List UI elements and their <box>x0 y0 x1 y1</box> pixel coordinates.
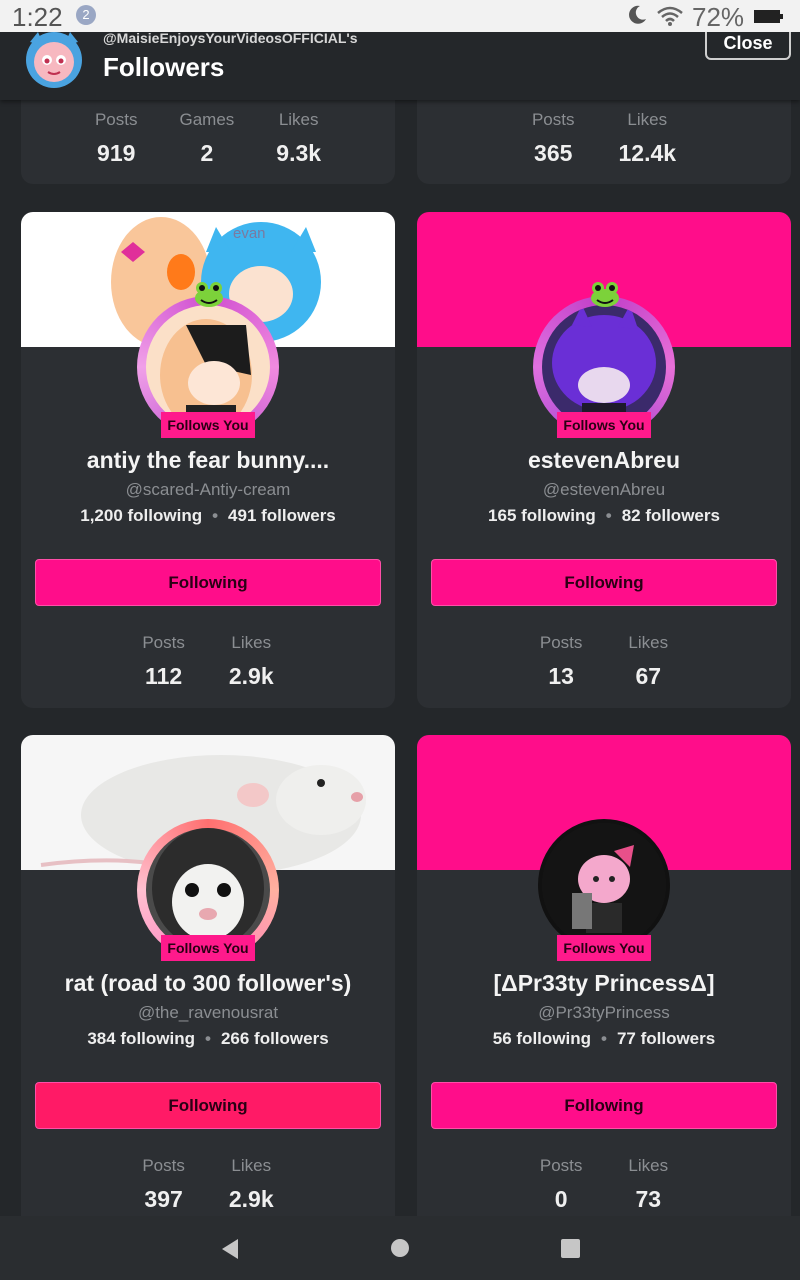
back-icon[interactable] <box>220 1238 240 1260</box>
user-stats: Posts 13 Likes 67 <box>417 633 791 690</box>
stat-likes: Likes 2.9k <box>228 633 274 689</box>
user-stats: Posts 0 Likes 73 <box>417 1156 791 1213</box>
stat-posts: Posts 919 <box>94 110 138 166</box>
followers-count[interactable]: 491 followers <box>228 506 336 525</box>
avatar-ring <box>538 819 670 951</box>
follow-counts: 1,200 following • 491 followers <box>80 506 336 525</box>
profile-avatar[interactable] <box>22 32 86 90</box>
do-not-disturb-moon-icon <box>629 5 646 24</box>
follow-counts: 384 following • 266 followers <box>87 1029 329 1048</box>
follows-you-badge: Follows You <box>161 935 255 961</box>
followers-count[interactable]: 266 followers <box>221 1029 329 1048</box>
follows-you-badge: Follows You <box>557 935 651 961</box>
stat-likes: Likes 67 <box>628 633 669 689</box>
stat-likes: Likes 2.9k <box>228 1156 274 1212</box>
stat-posts: Posts 0 <box>539 1156 583 1212</box>
user-card-partial-right[interactable]: Posts 365 Likes 12.4k <box>417 100 791 184</box>
battery-icon <box>754 10 783 23</box>
user-handle: @the_ravenousrat <box>137 1003 279 1022</box>
avatar-image[interactable] <box>146 305 270 429</box>
user-card[interactable]: Follows You [ΔPr33ty PrincessΔ] @Pr33tyP… <box>417 735 791 1231</box>
user-card-partial-left[interactable]: Posts 919 Games 2 Likes 9.3k <box>21 100 395 184</box>
followers-count[interactable]: 77 followers <box>617 1029 715 1048</box>
user-stats: Posts 397 Likes 2.9k <box>21 1156 395 1213</box>
followers-header: @MaisieEnjoysYourVideosOFFICIAL's Follow… <box>0 22 800 100</box>
stat-games: Games 2 <box>179 110 235 166</box>
following-count[interactable]: 56 following <box>493 1029 591 1048</box>
stat-likes: Likes 9.3k <box>276 110 322 166</box>
stat-likes: Likes 73 <box>628 1156 669 1212</box>
stat-posts: Posts 365 <box>531 110 575 166</box>
stat-posts: Posts 13 <box>539 633 583 689</box>
user-stats: Posts 365 Likes 12.4k <box>417 110 791 167</box>
follows-you-badge: Follows You <box>557 412 651 438</box>
following-count[interactable]: 165 following <box>488 506 596 525</box>
user-display-name[interactable]: [ΔPr33ty PrincessΔ] <box>417 970 791 997</box>
user-card[interactable]: Follows You estevenAbreu @estevenAbreu 1… <box>417 212 791 708</box>
wifi-icon <box>657 6 683 26</box>
user-stats: Posts 112 Likes 2.9k <box>21 633 395 690</box>
banner-text: evan <box>233 225 266 242</box>
battery-percentage: 72% <box>692 2 745 32</box>
status-time: 1:22 <box>12 2 63 32</box>
user-stats: Posts 919 Games 2 Likes 9.3k <box>21 110 395 167</box>
profile-handle: @MaisieEnjoysYourVideosOFFICIAL's <box>103 30 358 46</box>
status-bar: 1:22 2 72% <box>0 0 800 32</box>
user-card[interactable]: Follows You rat (road to 300 follower's)… <box>21 735 395 1231</box>
avatar-image[interactable] <box>146 828 270 952</box>
followers-count[interactable]: 82 followers <box>622 506 720 525</box>
following-button[interactable]: Following <box>431 559 777 606</box>
avatar-image[interactable] <box>542 823 666 947</box>
user-handle: @Pr33tyPrincess <box>538 1003 670 1022</box>
following-button[interactable]: Following <box>35 1082 381 1129</box>
frog-accessory-icon <box>591 282 619 307</box>
user-display-name[interactable]: antiy the fear bunny.... <box>21 447 395 474</box>
following-button[interactable]: Following <box>35 559 381 606</box>
android-nav-bar <box>0 1216 800 1280</box>
avatar-image[interactable] <box>542 305 666 429</box>
follow-counts: 165 following • 82 followers <box>488 506 720 525</box>
following-button[interactable]: Following <box>431 1082 777 1129</box>
user-card[interactable]: evan Follows You antiy the fear bunny...… <box>21 212 395 708</box>
following-count[interactable]: 1,200 following <box>80 506 202 525</box>
notification-count-badge: 2 <box>76 5 96 25</box>
page-title: Followers <box>103 52 225 82</box>
home-icon[interactable] <box>391 1239 409 1257</box>
user-handle: @estevenAbreu <box>542 480 666 499</box>
user-display-name[interactable]: rat (road to 300 follower's) <box>21 970 395 997</box>
stat-posts: Posts 397 <box>142 1156 185 1212</box>
user-handle: @scared-Antiy-cream <box>125 480 291 499</box>
user-display-name[interactable]: estevenAbreu <box>417 447 791 474</box>
following-count[interactable]: 384 following <box>87 1029 195 1048</box>
follows-you-badge: Follows You <box>161 412 255 438</box>
stat-posts: Posts 112 <box>142 633 185 689</box>
recent-apps-icon[interactable] <box>561 1239 580 1258</box>
follow-counts: 56 following • 77 followers <box>492 1029 716 1048</box>
frog-accessory-icon <box>195 282 223 307</box>
stat-likes: Likes 12.4k <box>618 110 677 166</box>
